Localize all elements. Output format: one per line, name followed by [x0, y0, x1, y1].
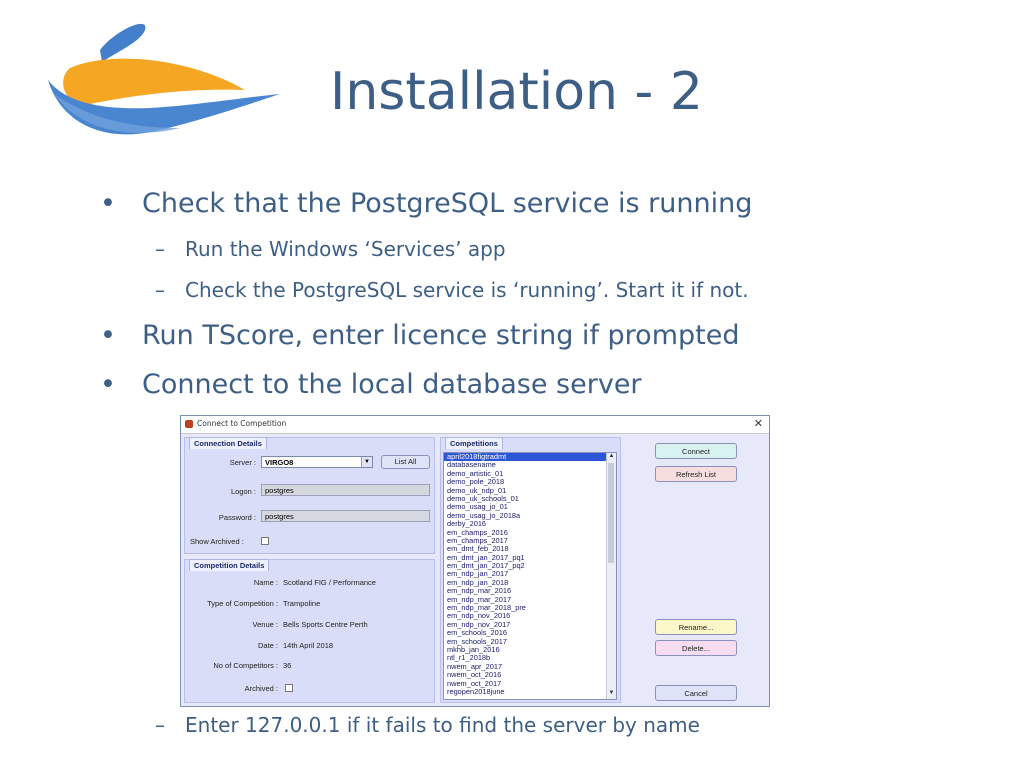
- type-value: Trampoline: [283, 599, 321, 608]
- dash-glyph: –: [155, 278, 165, 302]
- name-label: Name :: [253, 578, 278, 587]
- sub-bullet-item: – Enter 127.0.0.1 if it fails to find the…: [155, 713, 700, 737]
- list-scrollbar[interactable]: ▲ ▼: [606, 453, 616, 699]
- competition-list-item[interactable]: regopen2018june: [444, 687, 616, 696]
- name-value: Scotland FIG / Performance: [283, 578, 376, 587]
- competitions-header: Competitions: [445, 437, 503, 449]
- refresh-list-button[interactable]: Refresh List: [655, 466, 737, 482]
- rename-button[interactable]: Rename...: [655, 619, 737, 635]
- archived-checkbox[interactable]: [285, 684, 293, 692]
- dash-glyph: –: [155, 713, 165, 737]
- connection-details-header: Connection Details: [189, 437, 267, 449]
- close-icon[interactable]: ✕: [754, 417, 763, 430]
- scroll-thumb[interactable]: [608, 463, 614, 563]
- venue-value: Bells Sports Centre Perth: [283, 620, 368, 629]
- password-label: Password :: [218, 513, 256, 522]
- logon-field[interactable]: postgres: [261, 484, 430, 496]
- server-label: Server :: [229, 458, 256, 467]
- date-label: Date :: [257, 641, 278, 650]
- server-select[interactable]: VIRGO8 ▼: [261, 456, 373, 468]
- bullet-text: Connect to the local database server: [142, 369, 642, 400]
- server-value: VIRGO8: [265, 458, 294, 467]
- bullet-text: Run TScore, enter licence string if prom…: [142, 320, 740, 351]
- cancel-button[interactable]: Cancel: [655, 685, 737, 701]
- type-label: Type of Competition :: [207, 599, 278, 608]
- competitions-list-items: april2018figtradmt databasename demo_artis…: [444, 453, 616, 696]
- scroll-up-icon[interactable]: ▲: [607, 453, 616, 462]
- logon-label: Logon :: [230, 487, 256, 496]
- password-field[interactable]: postgres: [261, 510, 430, 522]
- list-all-button[interactable]: List All: [381, 455, 430, 469]
- archived-label: Archived :: [244, 684, 278, 693]
- slide-title: Installation - 2: [330, 62, 703, 122]
- competitions-list[interactable]: april2018figtradmt databasename demo_artis…: [443, 452, 617, 700]
- bullet-item: • Check that the PostgreSQL service is ru…: [100, 188, 752, 219]
- dash-glyph: –: [155, 237, 165, 261]
- sub-bullet-text: Run the Windows ‘Services’ app: [185, 237, 506, 261]
- bullet-glyph: •: [100, 369, 116, 400]
- competitors-value: 36: [283, 661, 292, 670]
- bullet-item: • Connect to the local database server: [100, 369, 642, 400]
- dialog-title: Connect to Competition: [197, 419, 287, 428]
- show-archived-checkbox[interactable]: [261, 537, 269, 545]
- sub-bullet-text: Check the PostgreSQL service is ‘running…: [185, 278, 749, 302]
- bullet-text: Check that the PostgreSQL service is run…: [142, 188, 753, 219]
- connect-button[interactable]: Connect: [655, 443, 737, 459]
- dialog-titlebar: Connect to Competition ✕: [181, 416, 769, 434]
- bullet-glyph: •: [100, 320, 116, 351]
- sub-bullet-item: – Run the Windows ‘Services’ app: [155, 237, 506, 261]
- date-value: 14th April 2018: [283, 641, 334, 650]
- delete-button[interactable]: Delete...: [655, 640, 737, 656]
- show-archived-label: Show Archived :: [190, 537, 244, 546]
- venue-label: Venue :: [252, 620, 278, 629]
- competitors-label: No of Competitors :: [213, 661, 278, 670]
- sub-bullet-text: Enter 127.0.0.1 if it fails to find the …: [185, 713, 700, 737]
- brand-logo: [48, 23, 280, 135]
- chevron-down-icon[interactable]: ▼: [361, 457, 372, 467]
- app-icon: [185, 420, 193, 428]
- scroll-down-icon[interactable]: ▼: [607, 690, 616, 699]
- sub-bullet-item: – Check the PostgreSQL service is ‘runnin…: [155, 278, 749, 302]
- bullet-glyph: •: [100, 188, 116, 219]
- bullet-item: • Run TScore, enter licence string if pro…: [100, 320, 739, 351]
- competition-details-header: Competition Details: [189, 559, 270, 571]
